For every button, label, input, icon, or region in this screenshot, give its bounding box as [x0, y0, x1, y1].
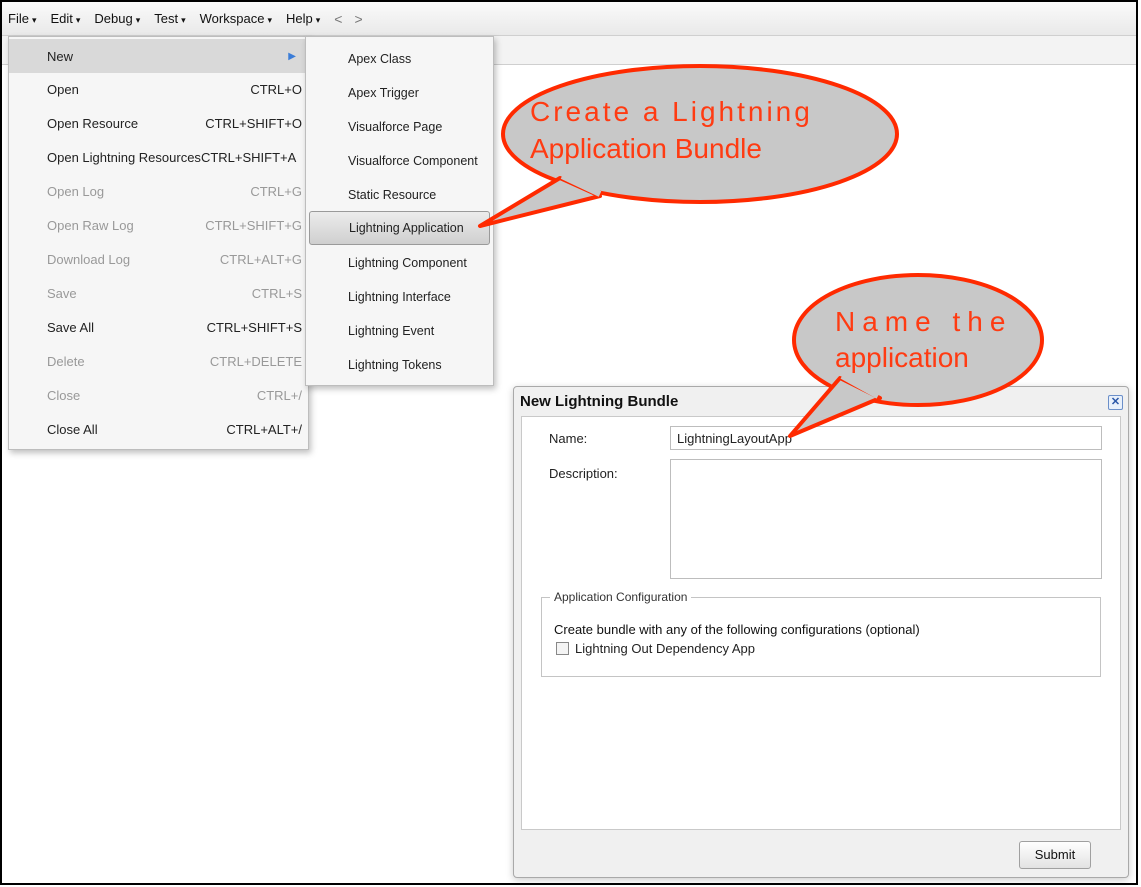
submenu-item-static-resource[interactable]: Static Resource — [306, 178, 493, 212]
chevron-down-icon: ▾ — [315, 15, 321, 25]
shortcut: CTRL+DELETE — [209, 353, 302, 369]
new-lightning-bundle-dialog: New Lightning Bundle ✕ Name: Description… — [513, 386, 1129, 878]
file-menu-item-new[interactable]: New ▶ — [9, 39, 308, 73]
submit-button[interactable]: Submit — [1019, 841, 1091, 869]
chevron-down-icon: ▾ — [267, 15, 272, 25]
callout-name-line2: application — [835, 342, 969, 373]
lightning-out-dependency-option[interactable]: Lightning Out Dependency App — [556, 641, 755, 656]
file-menu-item-open-lightning-resources[interactable]: Open Lightning Resources CTRL+SHIFT+A — [9, 140, 308, 174]
shortcut: CTRL+G — [250, 183, 302, 199]
name-label: Name: — [549, 431, 588, 446]
file-menu-item-open-resource[interactable]: Open Resource CTRL+SHIFT+O — [9, 106, 308, 140]
triangle-right-icon: ▶ — [288, 50, 296, 62]
file-menu-item-download-log[interactable]: Download Log CTRL+ALT+G — [9, 242, 308, 276]
shortcut: CTRL+O — [250, 81, 302, 97]
shortcut: CTRL+ALT+/ — [226, 421, 302, 437]
chevron-down-icon: ▾ — [135, 15, 141, 25]
submenu-item-lightning-component[interactable]: Lightning Component — [306, 246, 493, 280]
config-note: Create bundle with any of the following … — [554, 622, 920, 637]
shortcut: CTRL+SHIFT+O — [205, 115, 302, 131]
submenu-item-lightning-tokens[interactable]: Lightning Tokens — [306, 348, 493, 382]
menu-bar: File ▾ Edit ▾ Debug ▾ Test ▾ Workspace ▾ Help… — [2, 2, 1136, 36]
file-menu-item-save-all[interactable]: Save All CTRL+SHIFT+S — [9, 310, 308, 344]
submenu-item-apex-class[interactable]: Apex Class — [306, 42, 493, 76]
shortcut: CTRL+/ — [256, 387, 302, 403]
back-nav-button[interactable]: < — [328, 11, 348, 27]
submenu-item-visualforce-component[interactable]: Visualforce Component — [306, 144, 493, 178]
dialog-body: Name: Description: LightningLayoutApp Ap… — [521, 416, 1121, 830]
chevron-down-icon: ▾ — [181, 15, 186, 25]
chevron-down-icon: ▾ — [31, 15, 37, 25]
lightning-out-dependency-checkbox[interactable] — [556, 642, 569, 655]
file-menu-item-open-log[interactable]: Open Log CTRL+G — [9, 174, 308, 208]
shortcut: CTRL+SHIFT+S — [206, 319, 302, 335]
menu-file[interactable]: File ▾ — [2, 11, 44, 26]
callout-create-line1: Create a Lightning — [530, 96, 813, 127]
file-menu-item-open[interactable]: Open CTRL+O — [9, 72, 308, 106]
name-field[interactable]: LightningLayoutApp — [670, 426, 1102, 450]
submenu-item-visualforce-page[interactable]: Visualforce Page — [306, 110, 493, 144]
callout-create-line2: Application Bundle — [530, 133, 762, 164]
description-label: Description: — [549, 466, 618, 481]
new-submenu: Apex Class Apex Trigger Visualforce Page… — [305, 36, 494, 386]
file-menu-item-delete[interactable]: Delete CTRL+DELETE — [9, 344, 308, 378]
group-legend: Application Configuration — [550, 590, 692, 604]
shortcut: CTRL+ALT+G — [219, 251, 302, 267]
submenu-item-apex-trigger[interactable]: Apex Trigger — [306, 76, 493, 110]
description-field[interactable] — [670, 459, 1102, 579]
submenu-item-lightning-interface[interactable]: Lightning Interface — [306, 280, 493, 314]
shortcut: CTRL+SHIFT+G — [205, 217, 302, 233]
file-menu: New ▶ Open CTRL+O Open Resource CTRL+SHIFT+… — [8, 36, 309, 450]
checkbox-label: Lightning Out Dependency App — [575, 641, 755, 656]
menu-debug[interactable]: Debug ▾ — [88, 11, 148, 26]
file-menu-item-open-raw-log[interactable]: Open Raw Log CTRL+SHIFT+G — [9, 208, 308, 242]
chevron-down-icon: ▾ — [75, 15, 81, 25]
menu-workspace[interactable]: Workspace ▾ — [194, 11, 280, 26]
submenu-item-lightning-application[interactable]: Lightning Application — [309, 211, 490, 245]
submenu-item-lightning-event[interactable]: Lightning Event — [306, 314, 493, 348]
application-configuration-group: Application Configuration Create bundle … — [541, 590, 1101, 677]
menu-test[interactable]: Test ▾ — [148, 11, 193, 26]
file-menu-item-save[interactable]: Save CTRL+S — [9, 276, 308, 310]
shortcut: CTRL+SHIFT+A — [200, 149, 297, 165]
forward-nav-button[interactable]: > — [348, 11, 368, 27]
file-menu-item-close-all[interactable]: Close All CTRL+ALT+/ — [9, 412, 308, 446]
menu-help[interactable]: Help ▾ — [280, 11, 328, 26]
callout-name-line1: Name the — [835, 306, 1013, 337]
menu-edit[interactable]: Edit ▾ — [44, 11, 88, 26]
dialog-title: New Lightning Bundle — [520, 393, 679, 410]
close-icon[interactable]: ✕ — [1108, 395, 1123, 410]
shortcut: CTRL+S — [251, 285, 302, 301]
file-menu-item-close[interactable]: Close CTRL+/ — [9, 378, 308, 412]
